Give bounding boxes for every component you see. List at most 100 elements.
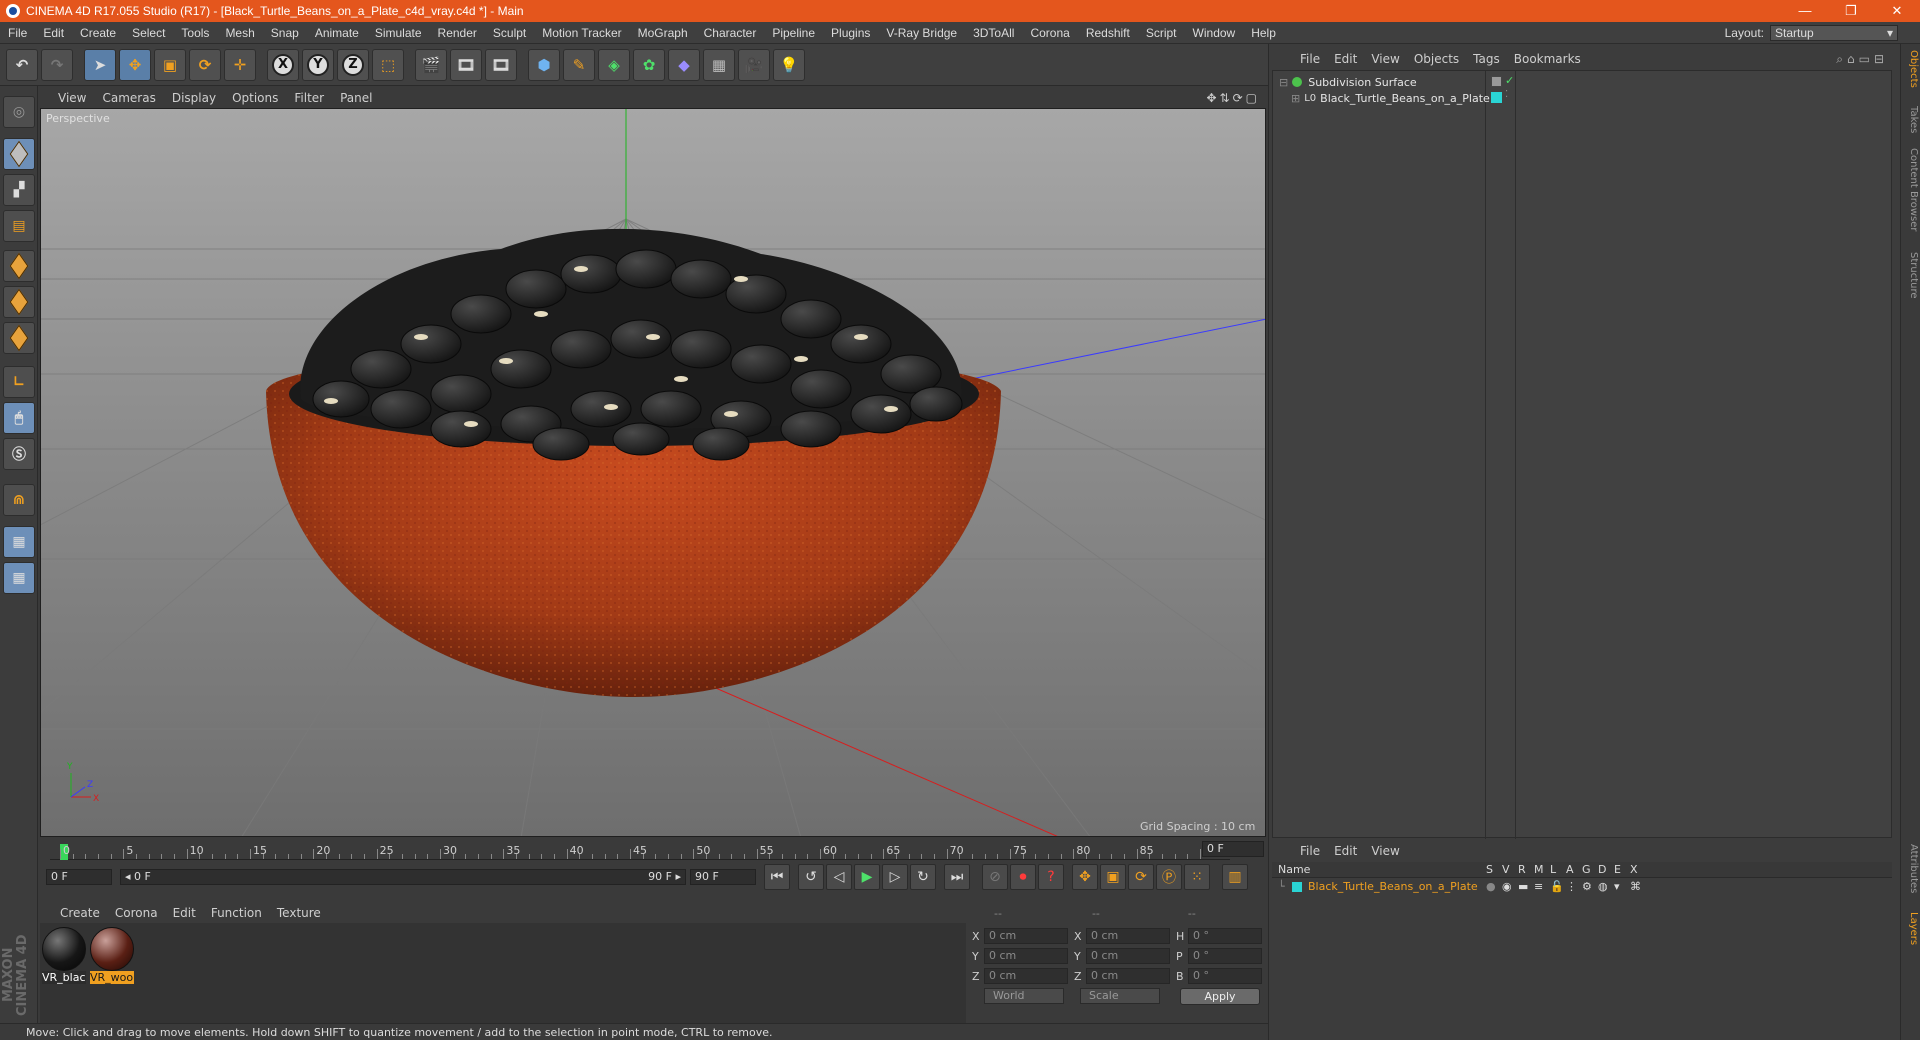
x-axis-lock-button[interactable]: X	[267, 48, 299, 81]
maximize-icon[interactable]: ⊟	[1874, 52, 1888, 66]
viewport-menu-options[interactable]: Options	[226, 91, 288, 105]
menu-sculpt[interactable]: Sculpt	[485, 26, 534, 40]
object-menu-tags[interactable]: Tags	[1467, 52, 1508, 66]
redo-button[interactable]: ↷	[41, 48, 73, 81]
tab-takes[interactable]: Takes	[1903, 106, 1919, 133]
menu-file[interactable]: File	[0, 26, 35, 40]
viewport-camera-label[interactable]: Perspective	[46, 112, 110, 125]
menu-vray-bridge[interactable]: V-Ray Bridge	[878, 26, 965, 40]
live-selection-button[interactable]: ➤	[84, 48, 116, 81]
position-z-field[interactable]: 0 cm	[984, 968, 1068, 984]
layer-menu-edit[interactable]: Edit	[1328, 844, 1365, 858]
material-menu-create[interactable]: Create	[54, 906, 109, 920]
menu-simulate[interactable]: Simulate	[367, 26, 430, 40]
add-spline-button[interactable]: ✎	[563, 48, 595, 81]
coordinate-system-button[interactable]: ⬚	[372, 48, 404, 81]
layer-animation-icon[interactable]: ⋮	[1566, 880, 1577, 893]
move-tool-button[interactable]: ✥	[119, 48, 151, 81]
render-picture-viewer-button[interactable]: 🎞	[450, 48, 482, 81]
make-editable-button[interactable]: ◎	[3, 96, 35, 128]
key-pla-button[interactable]: ⁙	[1184, 864, 1210, 890]
rotation-h-field[interactable]: 0 °	[1188, 928, 1262, 944]
motion-path-button[interactable]: ⊘	[982, 864, 1008, 890]
position-y-field[interactable]: 0 cm	[984, 948, 1068, 964]
polygons-mode-button[interactable]	[3, 322, 35, 354]
apply-button[interactable]: Apply	[1180, 988, 1260, 1005]
model-mode-button[interactable]	[3, 138, 35, 170]
layer-manager-icon[interactable]: ≡	[1534, 880, 1543, 893]
new-window-icon[interactable]: ▭	[1859, 52, 1874, 66]
object-menu-objects[interactable]: Objects	[1408, 52, 1467, 66]
menu-help[interactable]: Help	[1243, 26, 1284, 40]
key-scale-button[interactable]: ▣	[1100, 864, 1126, 890]
viewport-menu-view[interactable]: View	[52, 91, 96, 105]
position-x-field[interactable]: 0 cm	[984, 928, 1068, 944]
snap-mode-button[interactable]: Ⓢ	[3, 438, 35, 470]
menu-character[interactable]: Character	[696, 26, 765, 40]
menu-3dtoall[interactable]: 3DToAll	[965, 26, 1022, 40]
current-frame-field[interactable]: 0 F	[1202, 841, 1264, 857]
size-z-field[interactable]: 0 cm	[1086, 968, 1170, 984]
layer-expression-icon[interactable]: ▾	[1614, 880, 1620, 893]
object-menu-edit[interactable]: Edit	[1328, 52, 1365, 66]
points-mode-button[interactable]	[3, 250, 35, 282]
render-view-button[interactable]: 🎬	[415, 48, 447, 81]
collapse-toggle-icon[interactable]: ⊟	[1279, 76, 1288, 89]
tab-objects[interactable]: Objects	[1903, 50, 1919, 88]
add-camera-button[interactable]: 🎥	[738, 48, 770, 81]
min-frame-field[interactable]: 0 F	[46, 869, 112, 885]
object-manager-search-icons[interactable]: ⌕⌂▭⊟	[1836, 52, 1892, 67]
axis-mode-button[interactable]: ∟	[3, 366, 35, 398]
material-menu-function[interactable]: Function	[205, 906, 271, 920]
rotation-b-field[interactable]: 0 °	[1188, 968, 1262, 984]
go-to-end-button[interactable]: ⏭	[944, 864, 970, 890]
layer-color-swatch[interactable]	[1292, 882, 1302, 892]
transform-tool-button[interactable]: ✛	[224, 48, 256, 81]
z-axis-lock-button[interactable]: Z	[337, 48, 369, 81]
enabled-check-icon[interactable]: ✓	[1505, 74, 1516, 87]
object-menu-file[interactable]: File	[1294, 52, 1328, 66]
size-mode-dropdown[interactable]: Scale	[1080, 988, 1160, 1004]
material-menu-corona[interactable]: Corona	[109, 906, 167, 920]
texture-mode-button[interactable]: ▞	[3, 174, 35, 206]
object-row-beans[interactable]: ⊞ L0 Black_Turtle_Beans_on_a_Plate	[1291, 89, 1490, 107]
material-list[interactable]: VR_blac VR_woo	[40, 923, 966, 1023]
edges-mode-button[interactable]	[3, 286, 35, 318]
next-key-button[interactable]: ↻	[910, 864, 936, 890]
undo-button[interactable]: ↶	[6, 48, 38, 81]
material-swatch[interactable]: VR_blac	[42, 927, 86, 985]
add-mograph-button[interactable]: ✿	[633, 48, 665, 81]
previous-frame-button[interactable]: ◁	[826, 864, 852, 890]
viewport-menu-filter[interactable]: Filter	[288, 91, 334, 105]
menu-edit[interactable]: Edit	[35, 26, 72, 40]
add-generator-button[interactable]: ◈	[598, 48, 630, 81]
viewport-nav-icons[interactable]: ✥⇅⟳▢	[1206, 91, 1266, 105]
menu-mesh[interactable]: Mesh	[217, 26, 262, 40]
key-position-button[interactable]: ✥	[1072, 864, 1098, 890]
rotation-p-field[interactable]: 0 °	[1188, 948, 1262, 964]
visibility-dots-icon[interactable]: ⁚	[1505, 89, 1516, 100]
layer-menu-view[interactable]: View	[1365, 844, 1407, 858]
timeline-ruler[interactable]: 051015202530354045505560657075808590 0 F	[40, 838, 1266, 862]
menu-pipeline[interactable]: Pipeline	[764, 26, 823, 40]
layer-menu-file[interactable]: File	[1294, 844, 1328, 858]
tab-structure[interactable]: Structure	[1903, 252, 1919, 299]
expand-toggle-icon[interactable]: ⊞	[1291, 92, 1300, 105]
material-swatch[interactable]: VR_woo	[90, 927, 134, 985]
previous-key-button[interactable]: ↺	[798, 864, 824, 890]
menu-mograph[interactable]: MoGraph	[630, 26, 696, 40]
layer-deformer-icon[interactable]: ◍	[1598, 880, 1608, 893]
y-axis-lock-button[interactable]: Y	[302, 48, 334, 81]
search-icon[interactable]: ⌕	[1836, 52, 1847, 66]
menu-select[interactable]: Select	[124, 26, 173, 40]
menu-animate[interactable]: Animate	[307, 26, 367, 40]
size-x-field[interactable]: 0 cm	[1086, 928, 1170, 944]
tab-layers[interactable]: Layers	[1903, 912, 1919, 945]
rotate-tool-button[interactable]: ⟳	[189, 48, 221, 81]
render-settings-button[interactable]: 🎞	[485, 48, 517, 81]
key-parameter-button[interactable]: Ⓟ	[1156, 864, 1182, 890]
layer-col-locked[interactable]: L	[1550, 863, 1556, 876]
layer-col-deformers[interactable]: D	[1598, 863, 1606, 876]
tab-content-browser[interactable]: Content Browser	[1903, 148, 1919, 231]
home-icon[interactable]: ⌂	[1847, 52, 1859, 66]
